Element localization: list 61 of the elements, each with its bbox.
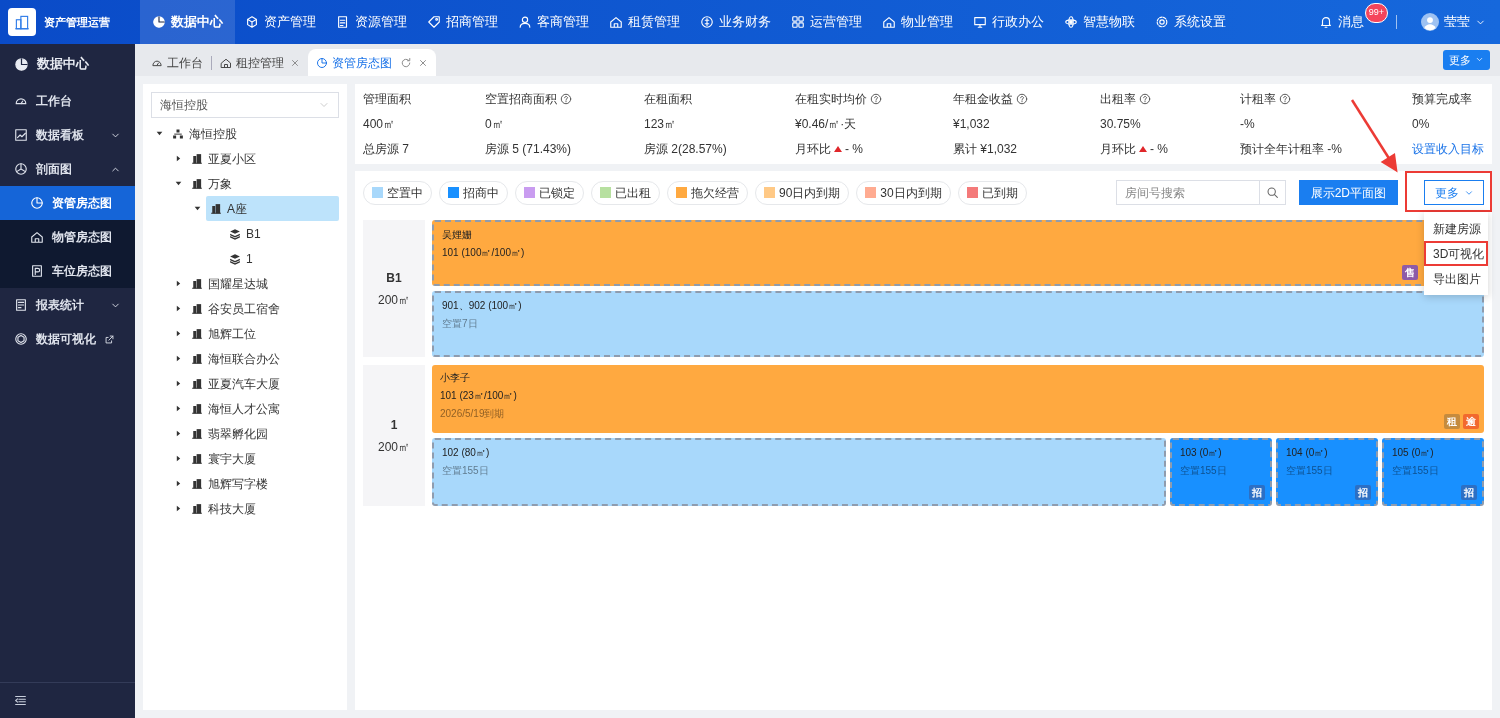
status-tag: 逾 <box>1463 414 1479 429</box>
stat-label: 管理面积 <box>363 91 412 108</box>
floor-name: 1 <box>390 416 398 434</box>
stat-label: 计租率 <box>1240 91 1276 108</box>
stat-label: 在租面积 <box>644 91 693 108</box>
status-tag: 招 <box>1355 485 1371 500</box>
room-info: 901、902 (100㎡) <box>442 299 522 313</box>
stat-label: 年租金收益 <box>953 91 1013 108</box>
stat-label: 空置招商面积 <box>485 91 557 108</box>
stat-change: - % <box>1150 141 1168 158</box>
stat-value: 400㎡ <box>363 116 397 133</box>
room-info: 105 (0㎡) <box>1392 446 1434 460</box>
stat-label: 出租率 <box>1100 91 1136 108</box>
stat-value: 123㎡ <box>644 116 678 133</box>
stat-footer: 月环比 <box>795 140 831 158</box>
floor-name: B1 <box>386 269 402 287</box>
legend-label: 90日内到期 <box>779 184 841 202</box>
stat-change: - % <box>845 141 863 158</box>
room-note: 空置155日 <box>1392 464 1439 478</box>
status-tag: 租 <box>1444 414 1460 429</box>
sidebar-title: 数据中心 <box>37 55 89 74</box>
app-title: 资产管理运营 <box>44 14 110 30</box>
stat-footer: 预计全年计租率 -% <box>1240 140 1412 158</box>
room-info: 104 (0㎡) <box>1286 446 1328 460</box>
legend-label: 已出租 <box>615 184 651 202</box>
stat-value: 0% <box>1412 116 1431 133</box>
stat-footer: 房源 5 (71.43%) <box>485 140 644 158</box>
legend-label: 空置中 <box>387 184 423 202</box>
status-tag: 招 <box>1249 485 1265 500</box>
room-info: 101 (23㎡/100㎡) <box>440 389 517 403</box>
stat-footer: 房源 2(28.57%) <box>644 140 795 158</box>
floor-area: 200㎡ <box>378 290 410 309</box>
stat-label: 在租实时均价 <box>795 91 867 108</box>
stat-footer: 累计 ¥1,032 <box>953 140 1100 158</box>
room-note: 空置155日 <box>442 464 489 478</box>
stat-label: 预算完成率 <box>1412 91 1473 108</box>
tenant-name: 小李子 <box>440 371 470 385</box>
room-note: 空置7日 <box>442 317 478 331</box>
room-info: 103 (0㎡) <box>1180 446 1222 460</box>
stat-footer: 总房源 7 <box>363 140 485 158</box>
room-note: 2026/5/19到期 <box>440 407 505 421</box>
stat-value: -% <box>1240 116 1256 133</box>
legend-label: 30日内到期 <box>880 184 942 202</box>
stat-value: 0㎡ <box>485 116 505 133</box>
legend-label: 已到期 <box>981 184 1018 202</box>
stat-value: ¥0.46/㎡·天 <box>795 116 858 133</box>
floor-area: 200㎡ <box>378 437 410 456</box>
legend-label: 拖欠经营 <box>691 184 739 202</box>
stat-footer: 月环比 <box>1100 140 1136 158</box>
stat-value: 30.75% <box>1100 116 1142 133</box>
tenant-name: 吴娌姗 <box>442 228 472 242</box>
status-tag: 售 <box>1402 265 1418 280</box>
room-info: 101 (100㎡/100㎡) <box>442 246 525 260</box>
notification-badge: 99+ <box>1364 3 1388 23</box>
legend-label: 已锁定 <box>539 184 575 202</box>
legend-label: 招商中 <box>463 184 499 202</box>
room-info: 102 (80㎡) <box>442 446 490 460</box>
room-note: 空置155日 <box>1180 464 1227 478</box>
status-tag: 招 <box>1461 485 1477 500</box>
stat-value: ¥1,032 <box>953 116 991 133</box>
room-note: 空置155日 <box>1286 464 1333 478</box>
